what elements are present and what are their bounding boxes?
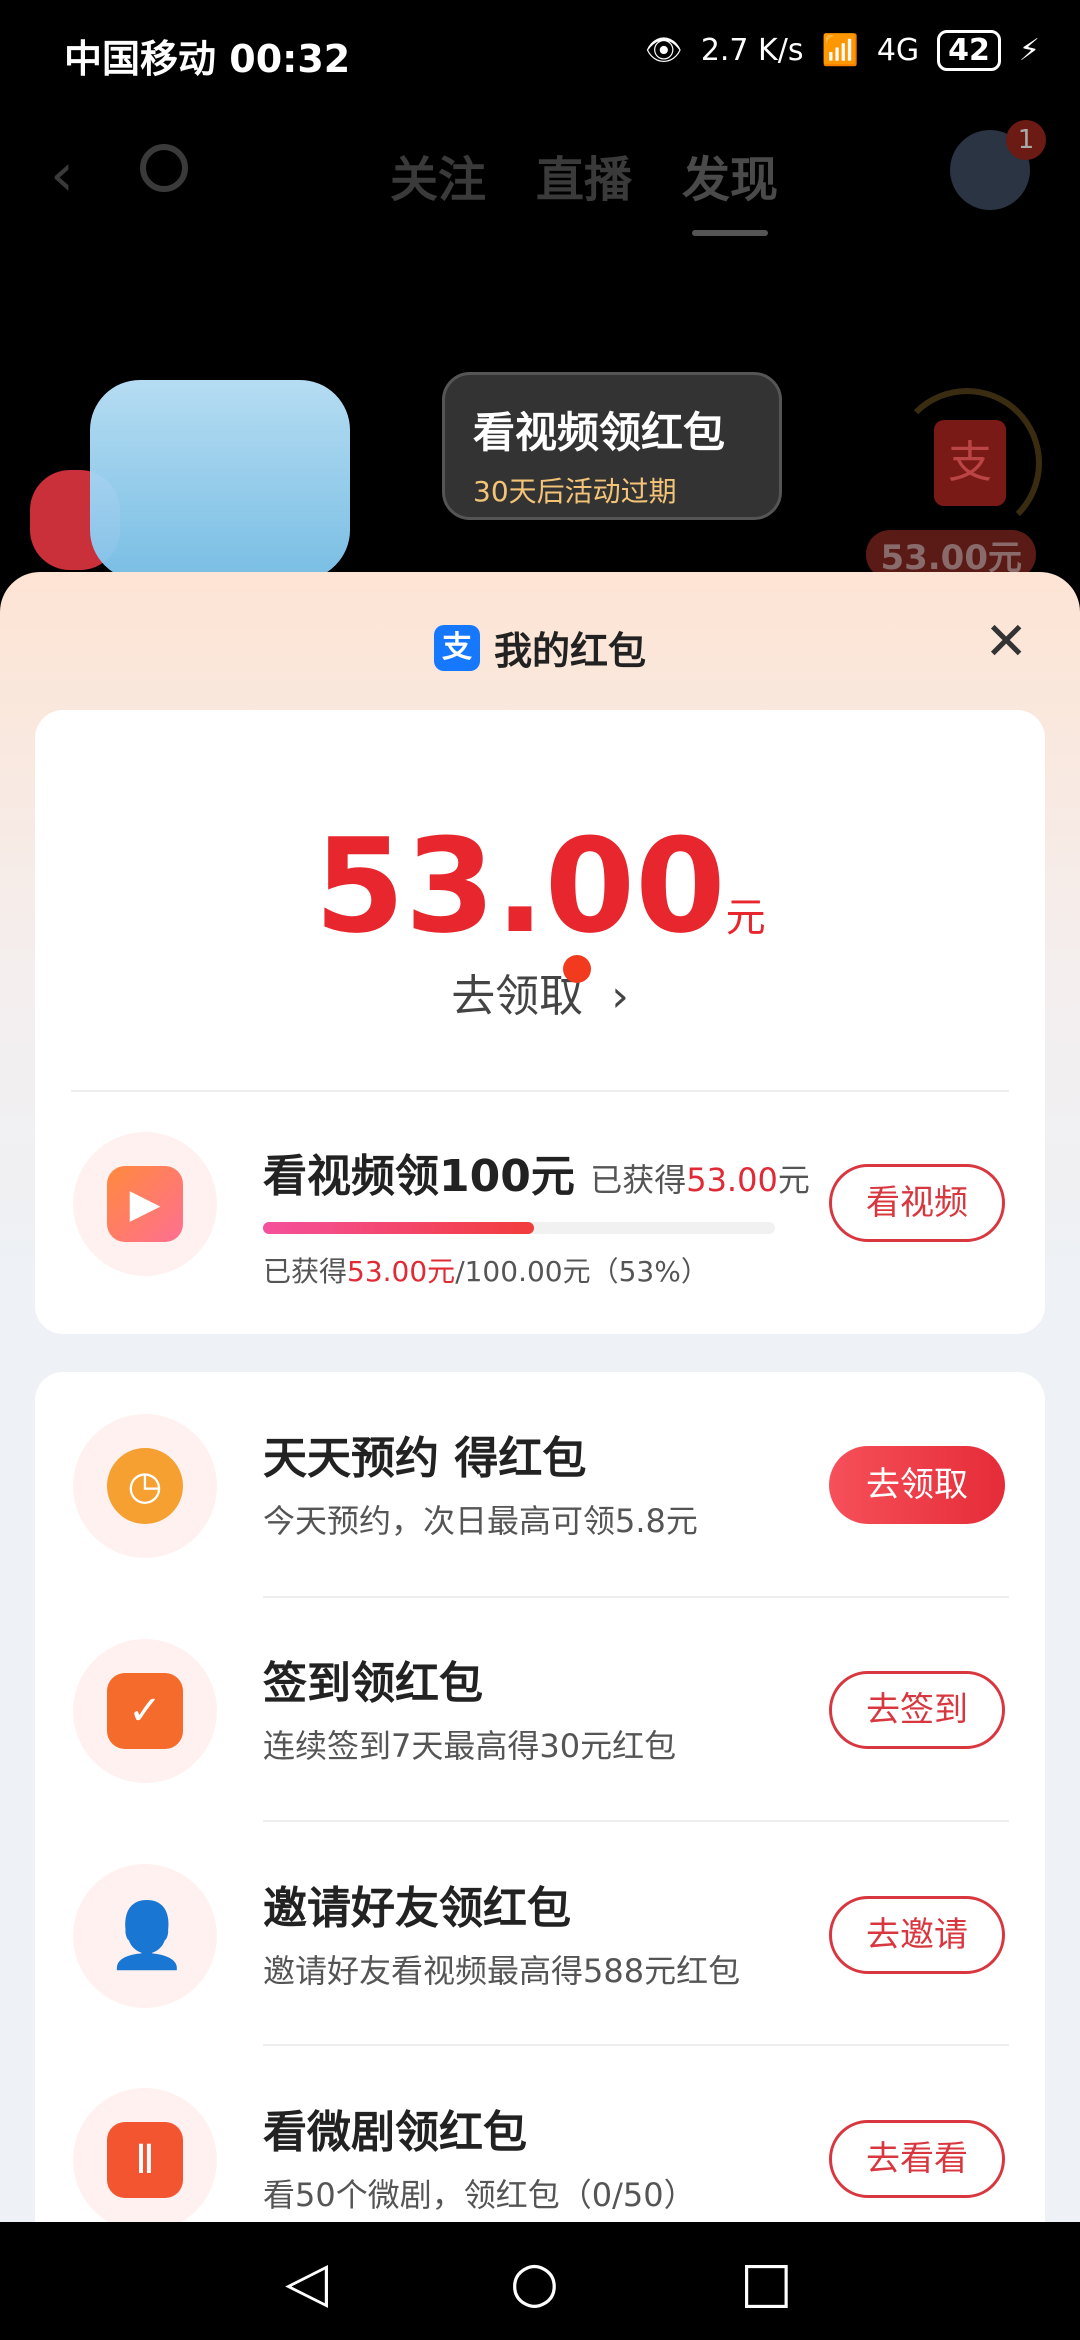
back-icon[interactable]: ‹ <box>50 140 74 210</box>
charging-icon: ⚡ <box>1018 33 1040 68</box>
task-button[interactable]: 去邀请 <box>829 1896 1005 1974</box>
task-desc: 连续签到7天最高得30元红包 <box>263 1727 677 1765</box>
progress-suffix: /100.00元（53%） <box>455 1255 709 1288</box>
task-title: 邀请好友领红包 <box>263 1883 571 1934</box>
red-envelope-icon[interactable]: 支 <box>934 420 1006 506</box>
watch-video-button[interactable]: 看视频 <box>829 1164 1005 1242</box>
task-title: 看微剧领红包 <box>263 2107 527 2158</box>
notification-badge: 1 <box>1006 120 1046 160</box>
video-task-title: 看视频领100元 <box>263 1151 575 1202</box>
system-nav-bar: ◁ ○ □ <box>0 2222 1080 2340</box>
tab-discover[interactable]: 发现 <box>682 140 778 236</box>
divider <box>263 2044 1009 2046</box>
earned-unit: 元 <box>777 1161 810 1199</box>
progress-amount: 53.00元 <box>347 1255 456 1288</box>
balance-amount: 53.00元 <box>35 810 1045 962</box>
status-bar: 中国移动 00:32 👁 2.7 K/s 📶 4G 42 ⚡ <box>0 0 1080 110</box>
sheet-title: 我的红包 <box>493 629 646 673</box>
divider <box>263 1596 1009 1598</box>
earned-label: 已获得 <box>590 1161 687 1199</box>
banner-subtitle: 30天后活动过期 <box>473 475 677 508</box>
divider <box>263 1820 1009 1822</box>
video-progress-bar <box>263 1222 775 1234</box>
eye-icon: 👁 <box>644 33 683 68</box>
task-desc: 今天预约，次日最高可领5.8元 <box>263 1502 698 1540</box>
task-desc: 看50个微剧，领红包（0/50） <box>263 2176 696 2214</box>
red-packet-sheet: 支我的红包 ✕ 53.00元 去领取 › ▶ 看视频领100元 已获得53.00元… <box>0 572 1080 2232</box>
task-row: ◷ 天天预约 得红包 今天预约，次日最高可领5.8元 去领取 <box>35 1392 1045 1592</box>
task-button[interactable]: 去看看 <box>829 2120 1005 2198</box>
progress-fill <box>263 1222 535 1234</box>
clock: 00:32 <box>229 37 351 81</box>
task-title: 天天预约 得红包 <box>263 1433 587 1484</box>
earned-value: 53.00 <box>686 1161 778 1199</box>
tasks-card: ◷ 天天预约 得红包 今天预约，次日最高可领5.8元 去领取 ✓ 签到领红包 连… <box>35 1372 1045 2232</box>
battery: 42 <box>937 30 1001 71</box>
tab-follow[interactable]: 关注 <box>390 140 486 210</box>
nav-back-icon[interactable]: ◁ <box>285 2250 328 2315</box>
task-desc: 邀请好友看视频最高得588元红包 <box>263 1952 741 1990</box>
tv-icon: Ⅱ <box>73 2088 217 2232</box>
alipay-icon: 支 <box>433 624 480 671</box>
task-button[interactable]: 去领取 <box>829 1446 1005 1524</box>
banner-bubble[interactable]: 看视频领红包 30天后活动过期 <box>442 372 782 520</box>
video-icon: ▶ <box>73 1132 217 1276</box>
divider <box>71 1090 1009 1092</box>
avatar[interactable]: 1 <box>950 120 1046 210</box>
amount-value: 53.00 <box>314 810 726 962</box>
network-type: 4G <box>876 33 920 68</box>
chevron-right-icon: › <box>611 971 629 1022</box>
claim-label: 去领取 <box>451 971 584 1022</box>
task-row: 👤 邀请好友领红包 邀请好友看视频最高得588元红包 去邀请 <box>35 1842 1045 2042</box>
nav-home-icon[interactable]: ○ <box>510 2250 559 2315</box>
top-nav: ‹ 关注 直播 发现 1 <box>0 120 1080 236</box>
calendar-check-icon: ✓ <box>73 1639 217 1783</box>
amount-unit: 元 <box>725 895 766 941</box>
search-icon[interactable] <box>140 144 188 192</box>
video-task-row: ▶ 看视频领100元 已获得53.00元 已获得53.00元/100.00元（5… <box>35 1110 1045 1310</box>
task-title: 签到领红包 <box>263 1658 483 1709</box>
balance-card: 53.00元 去领取 › ▶ 看视频领100元 已获得53.00元 已获得53.0… <box>35 710 1045 1334</box>
progress-prefix: 已获得 <box>263 1255 348 1288</box>
carrier: 中国移动 <box>64 37 217 81</box>
net-speed: 2.7 K/s <box>700 33 804 68</box>
clock-icon: ◷ <box>73 1414 217 1558</box>
claim-link[interactable]: 去领取 › <box>35 955 1045 1024</box>
task-row: ✓ 签到领红包 连续签到7天最高得30元红包 去签到 <box>35 1617 1045 1817</box>
red-dot <box>563 955 592 983</box>
task-button[interactable]: 去签到 <box>829 1671 1005 1749</box>
close-icon[interactable]: ✕ <box>984 612 1028 672</box>
wifi-icon: 📶 <box>821 33 859 68</box>
nav-recents-icon[interactable]: □ <box>740 2250 793 2315</box>
banner-title: 看视频领红包 <box>473 408 726 457</box>
mascot-image <box>90 380 350 580</box>
tab-live[interactable]: 直播 <box>536 140 632 210</box>
add-user-icon: 👤 <box>73 1864 217 2008</box>
